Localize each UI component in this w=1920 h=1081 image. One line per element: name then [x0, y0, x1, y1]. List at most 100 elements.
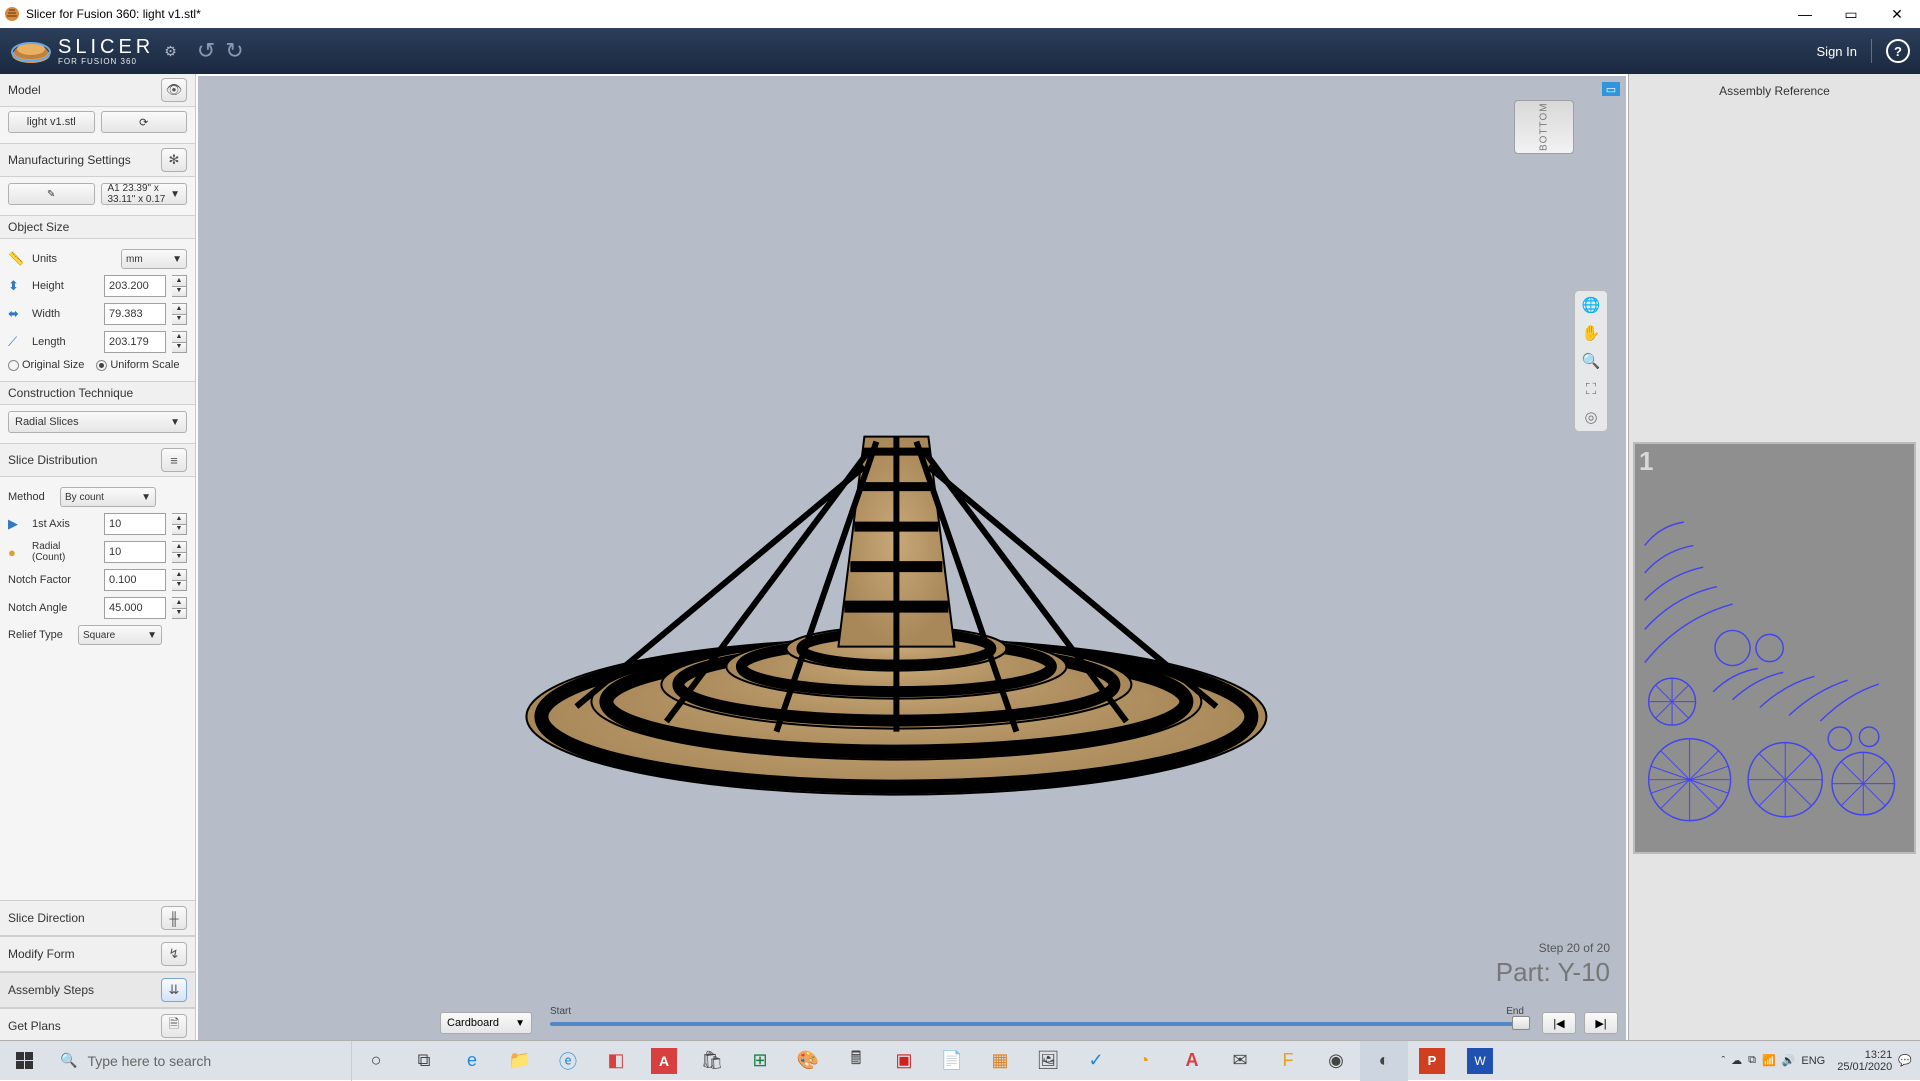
length-spinner[interactable]: ▲▼: [172, 331, 187, 353]
logo-gear-icon[interactable]: ⚙: [164, 43, 177, 60]
modify-form-section[interactable]: Modify Form ↯: [0, 936, 195, 972]
part-text: Part: Y-10: [1496, 957, 1610, 988]
firstaxis-input[interactable]: 10: [104, 513, 166, 535]
tray-notifications-icon[interactable]: 💬: [1898, 1054, 1912, 1067]
mfg-settings-button[interactable]: ✻: [161, 148, 187, 172]
acrobat-icon[interactable]: ▣: [880, 1041, 928, 1081]
width-input[interactable]: 79.383: [104, 303, 166, 325]
assembly-reference-panel: Assembly Reference 1: [1628, 74, 1920, 1044]
autocad2-icon[interactable]: A: [1168, 1041, 1216, 1081]
width-label: Width: [32, 308, 98, 320]
refresh-model-button[interactable]: ⟳: [101, 111, 188, 133]
assembly-steps-icon[interactable]: ⇊: [161, 978, 187, 1002]
sign-in-link[interactable]: Sign In: [1817, 44, 1857, 59]
undo-button[interactable]: ↺: [197, 38, 215, 64]
pan-tool[interactable]: ✋: [1575, 319, 1607, 347]
model-file-button[interactable]: light v1.stl: [8, 111, 95, 133]
tray-chevron-icon[interactable]: ˆ: [1721, 1055, 1725, 1067]
slicer-icon[interactable]: ◐: [1360, 1041, 1408, 1081]
cortana-icon[interactable]: ○: [352, 1041, 400, 1081]
calc-icon[interactable]: 🖩: [832, 1041, 880, 1081]
tray-wifi-icon[interactable]: 📶: [1762, 1054, 1776, 1067]
tray-volume-icon[interactable]: 🔊: [1782, 1054, 1796, 1067]
viewport[interactable]: ▭ BOTTOM 🌐 ✋ 🔍 ⛶ ◎: [198, 76, 1626, 1042]
slice-direction-icon[interactable]: ╫: [161, 906, 187, 930]
height-spinner[interactable]: ▲▼: [172, 275, 187, 297]
zoom-tool[interactable]: 🔍: [1575, 347, 1607, 375]
notepad-icon[interactable]: 📄: [928, 1041, 976, 1081]
store-icon[interactable]: 🛍: [688, 1041, 736, 1081]
close-window-button[interactable]: ✕: [1874, 0, 1920, 28]
autocad-icon[interactable]: A: [651, 1048, 677, 1074]
paint-icon[interactable]: 🎨: [784, 1041, 832, 1081]
powerpoint-icon[interactable]: P: [1419, 1048, 1445, 1074]
construct-select[interactable]: Radial Slices▼: [8, 411, 187, 433]
sketchup-icon[interactable]: ◧: [592, 1041, 640, 1081]
original-size-radio[interactable]: [8, 360, 19, 371]
excel-icon[interactable]: ⊞: [736, 1041, 784, 1081]
fusion-icon[interactable]: F: [1264, 1041, 1312, 1081]
edge-icon[interactable]: e: [448, 1041, 496, 1081]
notchfactor-input[interactable]: 0.100: [104, 569, 166, 591]
mfg-edit-button[interactable]: ✎: [8, 183, 95, 205]
chrome-icon[interactable]: ◉: [1312, 1041, 1360, 1081]
app4-icon[interactable]: ◔: [1120, 1041, 1168, 1081]
start-button[interactable]: [0, 1041, 48, 1081]
tray-onedrive-icon[interactable]: ☁: [1731, 1054, 1742, 1067]
notchfactor-spinner[interactable]: ▲▼: [172, 569, 187, 591]
notchangle-spinner[interactable]: ▲▼: [172, 597, 187, 619]
viewport-toggle-icon[interactable]: ▭: [1602, 82, 1620, 96]
divider: [1871, 39, 1872, 63]
viewcube[interactable]: BOTTOM: [1514, 100, 1574, 154]
logo-sub: FOR FUSION 360: [58, 57, 154, 66]
radial-input[interactable]: 10: [104, 541, 166, 563]
slice-direction-section[interactable]: Slice Direction ╫: [0, 900, 195, 936]
mfg-select[interactable]: A1 23.39" x 33.11" x 0.17▼: [101, 183, 188, 205]
taskbar-search[interactable]: 🔍 Type here to search: [48, 1041, 352, 1081]
explorer-icon[interactable]: 📁: [496, 1041, 544, 1081]
app1-icon[interactable]: ▦: [976, 1041, 1024, 1081]
shade-tool[interactable]: ◎: [1575, 403, 1607, 431]
get-plans-section[interactable]: Get Plans 🗎: [0, 1008, 195, 1044]
notchangle-input[interactable]: 45.000: [104, 597, 166, 619]
relief-label: Relief Type: [8, 629, 72, 641]
radial-spinner[interactable]: ▲▼: [172, 541, 187, 563]
units-select[interactable]: mm▼: [121, 249, 187, 269]
uniform-scale-radio[interactable]: [96, 360, 107, 371]
orbit-tool[interactable]: 🌐: [1575, 291, 1607, 319]
app3-icon[interactable]: ✓: [1072, 1041, 1120, 1081]
app2-icon[interactable]: 🖼: [1024, 1041, 1072, 1081]
width-icon: ⬌: [8, 306, 26, 322]
mail-icon[interactable]: ✉: [1216, 1041, 1264, 1081]
taskview-icon[interactable]: ⧉: [400, 1041, 448, 1081]
height-input[interactable]: 203.200: [104, 275, 166, 297]
modify-form-icon[interactable]: ↯: [161, 942, 187, 966]
ie-icon[interactable]: ⓔ: [544, 1041, 592, 1081]
tray-dropbox-icon[interactable]: ⧉: [1748, 1054, 1756, 1067]
model-visibility-icon[interactable]: 👁: [161, 78, 187, 102]
fit-tool[interactable]: ⛶: [1575, 375, 1607, 403]
tray-lang[interactable]: ENG: [1801, 1055, 1825, 1067]
method-select[interactable]: By count▼: [60, 487, 156, 507]
get-plans-icon[interactable]: 🗎: [161, 1014, 187, 1038]
word-icon[interactable]: W: [1467, 1048, 1493, 1074]
maximize-window-button[interactable]: ▭: [1828, 0, 1874, 28]
length-input[interactable]: 203.179: [104, 331, 166, 353]
minimize-window-button[interactable]: —: [1782, 0, 1828, 28]
width-spinner[interactable]: ▲▼: [172, 303, 187, 325]
sheet-thumbnail[interactable]: 1: [1633, 442, 1916, 854]
firstaxis-spinner[interactable]: ▲▼: [172, 513, 187, 535]
relief-select[interactable]: Square▼: [78, 625, 162, 645]
help-button[interactable]: ?: [1886, 39, 1910, 63]
slicedist-options-button[interactable]: ≡: [161, 448, 187, 472]
assembly-steps-section[interactable]: Assembly Steps ⇊: [0, 972, 195, 1008]
tray-clock[interactable]: 13:21 25/01/2020: [1837, 1049, 1892, 1073]
step-forward-button[interactable]: ▶|: [1584, 1012, 1618, 1034]
material-select[interactable]: Cardboard▼: [440, 1012, 532, 1034]
radial-icon: ●: [8, 545, 26, 560]
assembly-slider[interactable]: Start End: [550, 1012, 1524, 1034]
step-back-button[interactable]: |◀: [1542, 1012, 1576, 1034]
redo-button[interactable]: ↻: [225, 38, 243, 64]
logo-main: SLICER: [58, 37, 154, 57]
height-label: Height: [32, 280, 98, 292]
